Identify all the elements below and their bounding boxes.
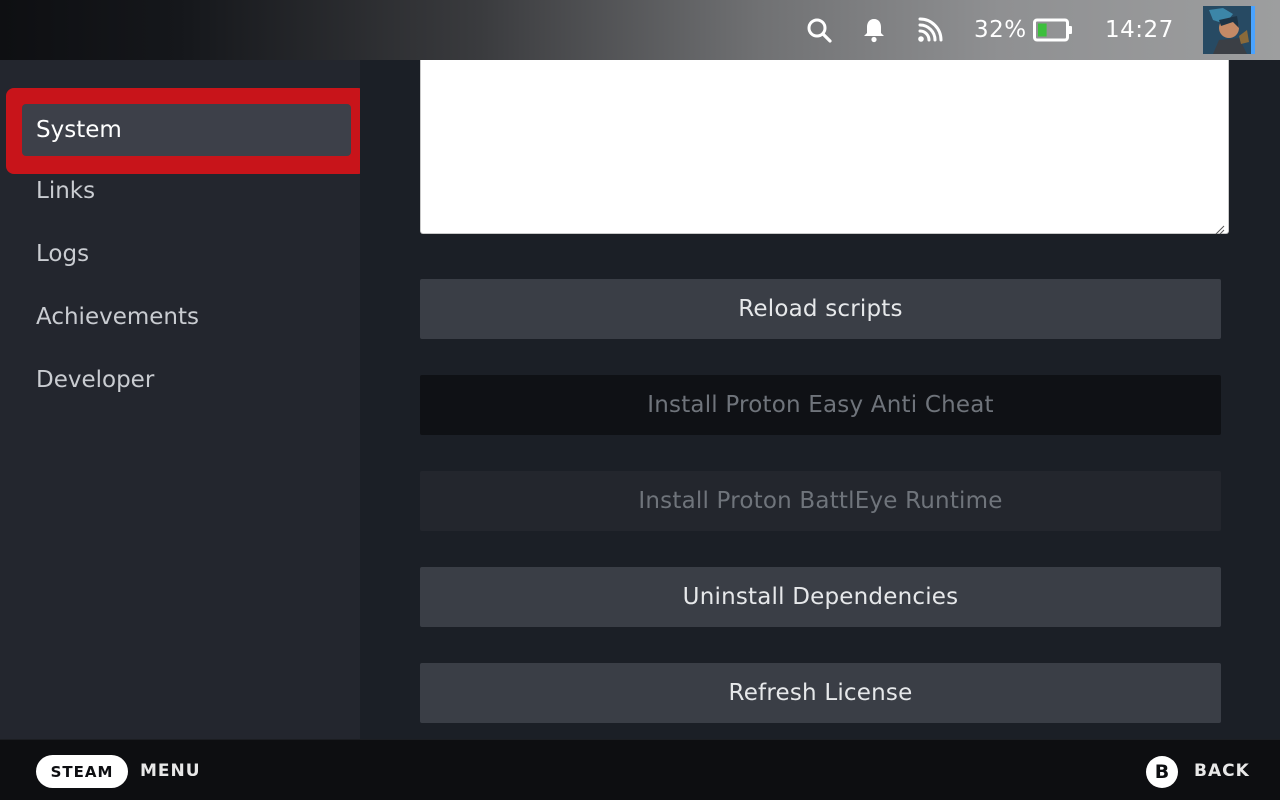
sidebar-item-system[interactable]: System [22,104,351,156]
resize-handle[interactable] [1215,220,1225,235]
wifi-icon[interactable] [916,15,944,45]
search-icon[interactable] [805,15,833,45]
reload-scripts-button[interactable]: Reload scripts [420,279,1221,339]
uninstall-dependencies-button[interactable]: Uninstall Dependencies [420,567,1221,627]
install-battleye-button[interactable]: Install Proton BattlEye Runtime [420,471,1221,531]
battery-percent: 32% [974,17,1027,43]
back-label: BACK [1194,761,1250,781]
refresh-license-button[interactable]: Refresh License [420,663,1221,723]
clock: 14:27 [1105,17,1174,43]
install-eac-button[interactable]: Install Proton Easy Anti Cheat [420,375,1221,435]
menu-label: MENU [140,761,201,781]
bell-icon[interactable] [860,15,888,45]
steam-button[interactable]: STEAM [36,755,128,788]
sidebar-item-achievements[interactable]: Achievements [22,291,351,343]
text-area[interactable] [420,60,1229,235]
status-bar: 32% 14:27 [0,0,1280,60]
avatar[interactable] [1203,6,1255,54]
battery-icon[interactable] [1033,18,1073,46]
sidebar-item-developer[interactable]: Developer [22,354,351,406]
footer-bar: STEAM MENU B BACK [0,739,1280,800]
b-button-icon[interactable]: B [1146,756,1178,788]
sidebar-item-links[interactable]: Links [22,165,351,217]
sidebar-item-logs[interactable]: Logs [22,228,351,280]
